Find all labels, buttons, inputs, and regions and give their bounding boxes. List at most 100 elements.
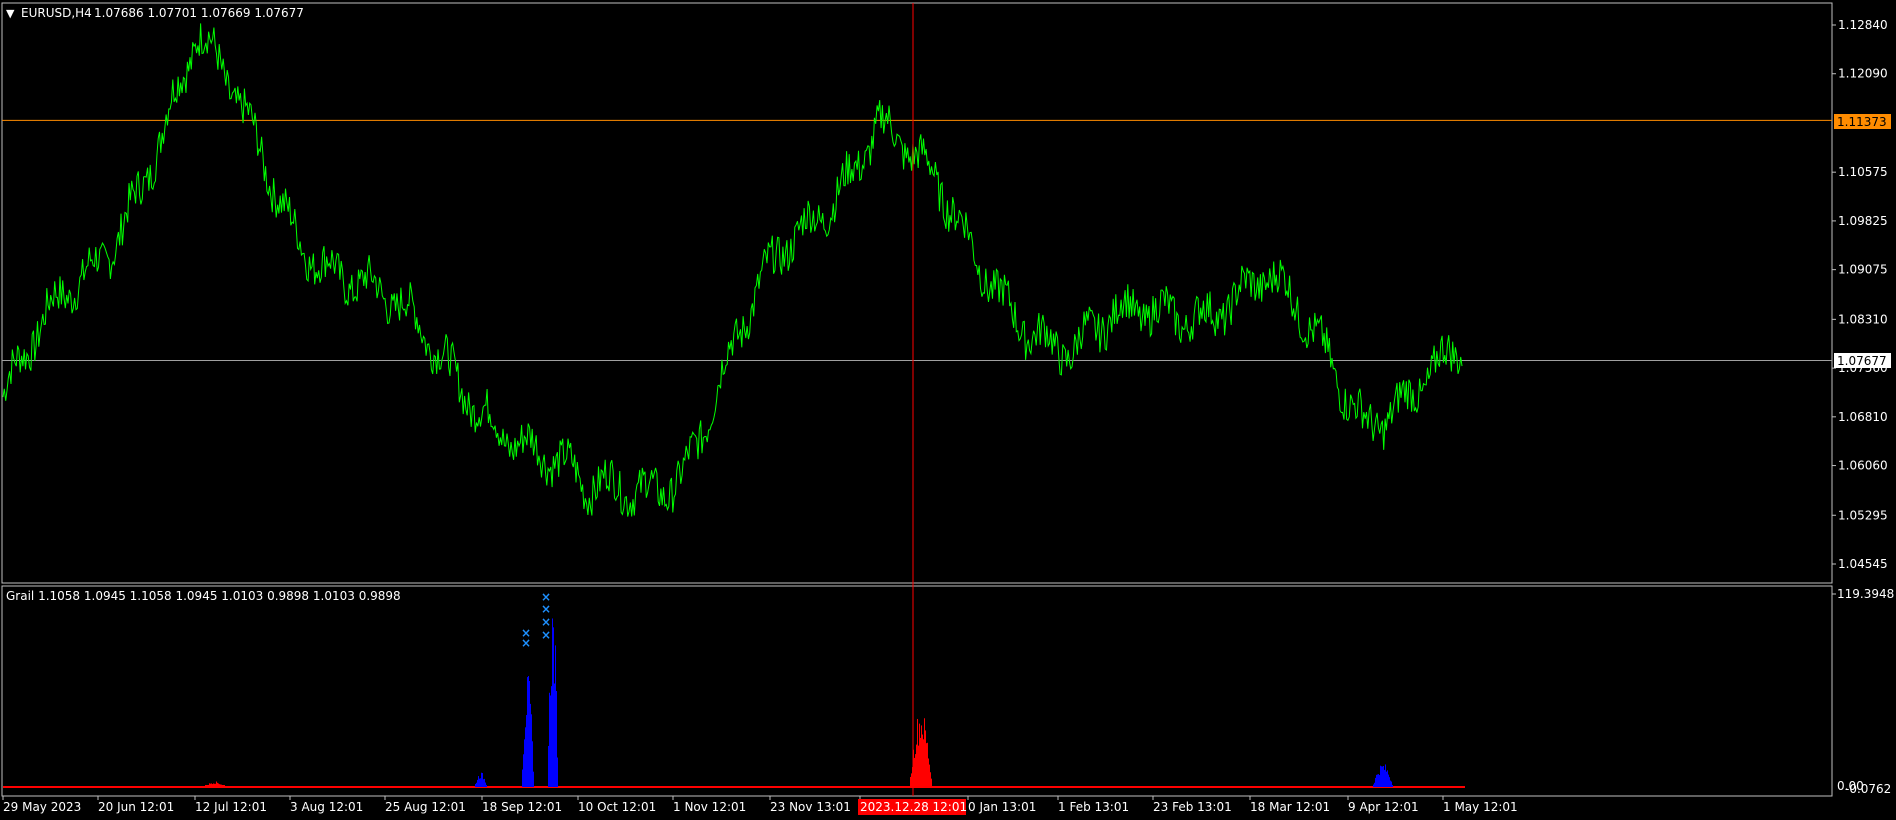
oscillator-bar xyxy=(926,743,927,787)
oscillator-bar xyxy=(216,781,217,787)
price-axis-label: 1.05295 xyxy=(1838,508,1888,522)
time-axis-label: 2023.12.28 12:01 xyxy=(860,800,967,814)
oscillator-bar xyxy=(209,783,210,787)
oscillator-bar xyxy=(555,645,556,787)
time-axis-label: 23 Nov 13:01 xyxy=(770,800,851,814)
oscillator-bar xyxy=(479,778,480,787)
oscillator-bar xyxy=(530,703,531,787)
oscillator-bar xyxy=(217,782,218,787)
indicator-axis-bottom-b: -0.0762 xyxy=(1845,782,1891,796)
oscillator-bar xyxy=(221,784,222,787)
oscillator-bar xyxy=(931,778,932,787)
time-axis-label: 18 Mar 12:01 xyxy=(1250,800,1330,814)
oscillator-bar xyxy=(1382,766,1383,787)
oscillator-bar xyxy=(205,785,206,787)
oscillator-bar xyxy=(553,627,554,787)
chart-symbol: EURUSD,H4 xyxy=(21,6,92,20)
oscillator-bar xyxy=(921,725,922,787)
oscillator-bar xyxy=(527,677,528,787)
oscillator-bar xyxy=(1385,764,1386,787)
oscillator-bar xyxy=(1391,781,1392,787)
oscillator-bar xyxy=(557,757,558,787)
oscillator-bar xyxy=(485,782,486,787)
oscillator-bar xyxy=(533,771,534,787)
oscillator-bar xyxy=(910,776,911,787)
oscillator-bar xyxy=(930,772,931,787)
time-axis-label: 20 Jun 12:01 xyxy=(98,800,174,814)
oscillator-bar xyxy=(526,715,527,787)
signal-marker-icon: × xyxy=(521,636,531,650)
oscillator-bar xyxy=(917,718,918,787)
indicator-axis-top: 119.3948 xyxy=(1837,587,1894,601)
oscillator-bar xyxy=(916,744,917,787)
price-axis-label: 1.09825 xyxy=(1838,214,1888,228)
time-axis-label: 1 Nov 12:01 xyxy=(673,800,746,814)
oscillator-bar xyxy=(222,785,223,787)
oscillator-bar xyxy=(214,783,215,787)
oscillator-bar xyxy=(211,783,212,787)
price-panel[interactable] xyxy=(1,2,1833,584)
oscillator-bar xyxy=(924,718,925,787)
oscillator-bar xyxy=(208,785,209,787)
chart-ohlc: 1.07686 1.07701 1.07669 1.07677 xyxy=(94,6,304,20)
oscillator-bar xyxy=(207,785,208,787)
oscillator-bar xyxy=(483,779,484,787)
time-axis-label: 0 Jan 13:01 xyxy=(968,800,1036,814)
oscillator-bar xyxy=(528,676,529,787)
oscillator-bar xyxy=(481,772,482,787)
oscillator-bar xyxy=(476,782,477,787)
oscillator-bar xyxy=(529,681,530,787)
time-axis: 29 May 2023 20 Jun 12:01 12 Jul 12:01 3 Aug… xyxy=(2,796,1518,815)
oscillator-bar xyxy=(486,784,487,787)
signal-marker-icon: × xyxy=(541,602,551,616)
oscillator-bar xyxy=(548,745,549,787)
oscillator-bar xyxy=(556,690,557,787)
oscillator-bar xyxy=(1389,777,1390,787)
oscillator-bar xyxy=(928,758,929,787)
oscillator-bar xyxy=(525,727,526,787)
oscillator-bar xyxy=(554,683,555,787)
oscillator-bar xyxy=(1386,771,1387,787)
oscillator-bar xyxy=(1388,774,1389,787)
signal-marker-icon: × xyxy=(541,615,551,629)
oscillator-bar xyxy=(475,783,476,787)
price-axis-label: 1.12840 xyxy=(1838,18,1888,32)
time-axis-label: 23 Feb 13:01 xyxy=(1153,800,1232,814)
price-axis-label: 1.09075 xyxy=(1838,263,1888,277)
oscillator-bar xyxy=(210,783,211,787)
chart-collapse-icon[interactable]: ▼ xyxy=(6,7,15,20)
oscillator-bar xyxy=(1384,769,1385,787)
oscillator-bar xyxy=(1390,780,1391,787)
price-axis-label: 1.06060 xyxy=(1838,459,1888,473)
oscillator-bar xyxy=(480,778,481,787)
oscillator-bar xyxy=(1392,784,1393,787)
current-price-text: 1.07677 xyxy=(1837,354,1887,368)
oscillator-bar xyxy=(911,773,912,787)
oscillator-bar xyxy=(215,783,216,787)
time-axis-label: 1 May 12:01 xyxy=(1443,800,1518,814)
oscillator-bar xyxy=(218,783,219,787)
oscillator-bar xyxy=(1378,774,1379,787)
oscillator-bar xyxy=(1376,774,1377,787)
orange-level-text: 1.11373 xyxy=(1837,115,1887,129)
oscillator-bar xyxy=(1387,770,1388,787)
oscillator-bar xyxy=(532,741,533,787)
oscillator-bar xyxy=(1374,782,1375,787)
time-axis-label: 18 Sep 12:01 xyxy=(482,800,562,814)
oscillator-bar xyxy=(478,776,479,787)
time-axis-label: 9 Apr 12:01 xyxy=(1348,800,1419,814)
oscillator-bar xyxy=(531,714,532,787)
chart-canvas: ×××××× ▼ EURUSD,H4 1.07686 1.07701 1.076… xyxy=(1,2,1894,815)
oscillator-bar xyxy=(484,778,485,787)
time-axis-label: 29 May 2023 xyxy=(3,800,81,814)
oscillator-bar xyxy=(523,754,524,787)
price-axis-label: 1.04545 xyxy=(1838,557,1888,571)
oscillator-bar xyxy=(219,784,220,787)
oscillator-bar xyxy=(224,785,225,787)
oscillator-bar xyxy=(922,734,923,787)
oscillator-bar xyxy=(220,784,221,787)
oscillator-bar xyxy=(929,764,930,787)
time-axis-label: 3 Aug 12:01 xyxy=(290,800,363,814)
indicator-label: Grail 1.1058 1.0945 1.1058 1.0945 1.0103… xyxy=(6,589,401,603)
price-axis-label: 1.10575 xyxy=(1838,165,1888,179)
